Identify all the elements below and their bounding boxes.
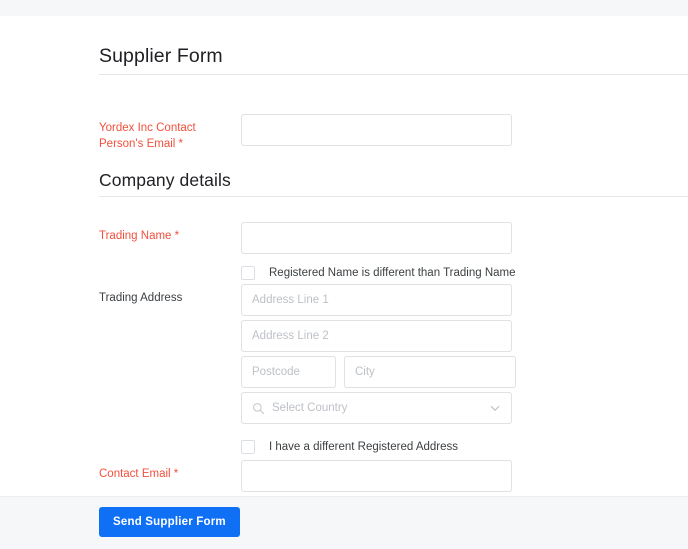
trading-name-label: Trading Name *	[99, 230, 180, 242]
country-select[interactable]: Select Country	[241, 392, 512, 424]
postcode-city-row	[241, 356, 516, 388]
contact-email-label: Contact Email *	[99, 468, 179, 480]
supplier-form-page: Supplier Form Yordex Inc Contact Person'…	[0, 0, 688, 549]
address-line-1-input[interactable]	[241, 284, 512, 316]
page-title: Supplier Form	[99, 45, 223, 67]
section-title-company-details: Company details	[99, 170, 231, 190]
title-divider	[99, 74, 688, 75]
form-scroll-area: Supplier Form Yordex Inc Contact Person'…	[0, 16, 688, 496]
registered-name-different-checkbox-row[interactable]: Registered Name is different than Tradin…	[241, 266, 516, 280]
field-row-contact-email: Contact Email *	[99, 460, 512, 492]
postcode-input[interactable]	[241, 356, 336, 388]
city-input[interactable]	[344, 356, 516, 388]
trading-name-group	[241, 222, 512, 254]
contact-email-input[interactable]	[241, 460, 512, 492]
form-content: Supplier Form Yordex Inc Contact Person'…	[0, 16, 688, 492]
field-row-trading-name: Trading Name *	[99, 222, 512, 254]
chevron-down-icon[interactable]	[489, 402, 501, 414]
top-strip	[0, 0, 688, 16]
field-row-trading-address: Trading Address Select Country	[99, 284, 516, 424]
contact-person-email-label: Yordex Inc Contact Person's Email *	[99, 122, 196, 150]
registered-name-different-label: Registered Name is different than Tradin…	[269, 267, 516, 279]
different-registered-address-checkbox-row[interactable]: I have a different Registered Address	[241, 440, 458, 454]
trading-address-group: Select Country	[241, 284, 516, 424]
trading-name-input[interactable]	[241, 222, 512, 254]
section-divider	[99, 196, 688, 197]
form-footer: Send Supplier Form	[0, 496, 688, 549]
field-row-contact-person-email: Yordex Inc Contact Person's Email *	[99, 114, 512, 152]
trading-address-label: Trading Address	[99, 292, 183, 304]
address-line-2-input[interactable]	[241, 320, 512, 352]
send-supplier-form-button[interactable]: Send Supplier Form	[99, 507, 240, 537]
different-registered-address-checkbox[interactable]	[241, 440, 255, 454]
search-icon	[252, 402, 265, 414]
country-select-placeholder: Select Country	[272, 402, 348, 414]
different-registered-address-label: I have a different Registered Address	[269, 441, 459, 453]
contact-person-email-input[interactable]	[241, 114, 512, 146]
registered-name-different-checkbox[interactable]	[241, 266, 255, 280]
